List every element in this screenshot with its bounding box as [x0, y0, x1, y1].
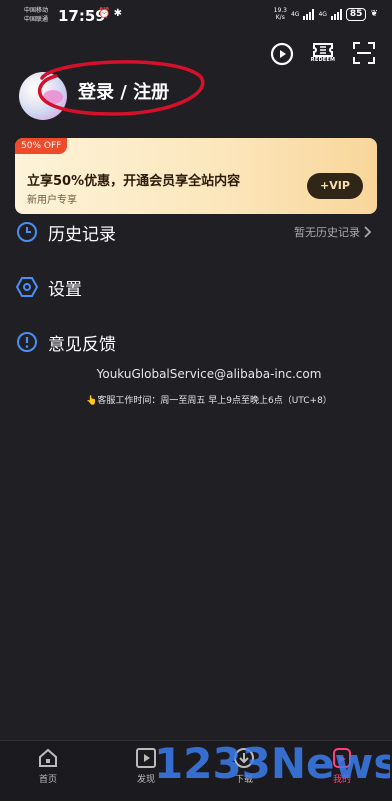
- feedback-label: 意见反馈: [48, 334, 116, 355]
- signal-icon-2: [330, 8, 342, 20]
- status-indicators: 19.3 K/s 4G 4G 85 ❦: [274, 7, 378, 21]
- network-type-2: 4G: [318, 10, 327, 18]
- vip-promo-banner[interactable]: 50% OFF 立享50%优惠，开通会员享全站内容 新用户专享 +VIP: [15, 138, 377, 214]
- settings-label: 设置: [48, 279, 82, 300]
- vip-button[interactable]: +VIP: [307, 173, 363, 199]
- status-icons: ⏰ ✱: [98, 8, 122, 19]
- clock-icon: [17, 222, 37, 242]
- network-type-1: 4G: [290, 10, 300, 18]
- home-icon: [39, 748, 57, 767]
- support-hours: 👆客服工作时间：周一至周五 早上9点至晚上6点（UTC+8）: [86, 396, 332, 406]
- battery-level: 85: [345, 7, 367, 21]
- info-icon: [17, 332, 37, 352]
- redeem-ticket-icon: [313, 43, 333, 57]
- network-speed: 19.3 K/s: [274, 7, 287, 21]
- network-speed-value: 19.3: [273, 7, 287, 14]
- alarm-icon: ⏰: [98, 8, 111, 19]
- carrier-2: 中国联通: [24, 16, 49, 23]
- carrier-1: 中国移动: [24, 7, 49, 14]
- settings-icon: [16, 277, 38, 297]
- redeem-label: REDEEM: [310, 57, 336, 63]
- history-label: 历史记录: [48, 224, 116, 245]
- tab-home-label: 首页: [38, 775, 57, 785]
- red-circle-annotation: [38, 60, 205, 116]
- vip-promo-title: 立享50%优惠，开通会员享全站内容: [27, 174, 241, 189]
- tab-home[interactable]: 首页: [18, 747, 78, 785]
- vip-promo-subtitle: 新用户专享: [27, 195, 77, 206]
- status-bar: 中国移动 中国联通 17:59 ⏰ ✱ 19.3 K/s 4G 4G 85 ❦: [0, 0, 392, 34]
- watermark-text: 1233News: [154, 739, 390, 784]
- scan-icon[interactable]: [352, 42, 376, 66]
- leaf-icon: ❦: [370, 9, 378, 19]
- header-actions: REDEEM: [270, 42, 376, 66]
- play-circle-icon[interactable]: [270, 42, 294, 66]
- network-speed-unit: K/s: [275, 14, 285, 21]
- watermark: 1233News: [154, 739, 390, 784]
- menu-item-feedback[interactable]: 意见反馈: [16, 327, 376, 357]
- chevron-right-icon: [364, 226, 372, 238]
- signal-icon: [303, 8, 315, 20]
- carrier-info: 中国移动 中国联通: [24, 6, 48, 24]
- support-email[interactable]: YoukuGlobalService@alibaba-inc.com: [0, 367, 392, 381]
- offer-badge: 50% OFF: [15, 138, 68, 154]
- menu-item-settings[interactable]: 设置: [16, 272, 376, 302]
- history-hint-text: 暂无历史记录: [294, 226, 360, 239]
- history-empty-hint[interactable]: 暂无历史记录: [294, 224, 372, 240]
- bluetooth-icon: ✱: [113, 8, 123, 19]
- redeem-button[interactable]: REDEEM: [311, 42, 335, 66]
- menu-item-history[interactable]: 历史记录 暂无历史记录: [16, 217, 376, 247]
